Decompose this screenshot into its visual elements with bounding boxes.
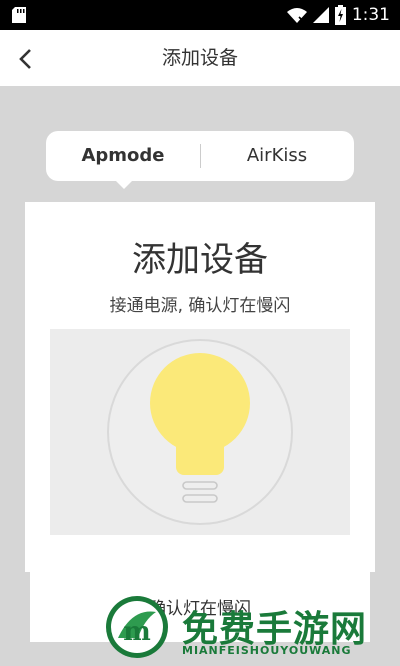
tab-airkiss[interactable]: AirKiss <box>200 131 354 181</box>
nav-bar: 添加设备 <box>0 30 400 86</box>
back-button[interactable] <box>10 44 40 74</box>
card-title: 添加设备 <box>132 240 268 280</box>
battery-icon <box>334 5 346 25</box>
chevron-left-icon <box>19 49 31 69</box>
sd-card-icon <box>12 7 26 23</box>
illustration-panel <box>50 329 350 535</box>
signal-icon <box>312 7 329 23</box>
watermark-logo: m <box>106 596 168 658</box>
light-bulb-icon <box>107 339 293 525</box>
svg-text:m: m <box>123 617 151 647</box>
clock: 1:31 <box>351 5 390 25</box>
wifi-icon <box>286 8 307 23</box>
instruction-card: 添加设备 接通电源, 确认灯在慢闪 <box>25 202 375 572</box>
watermark-subtitle: MIANFEISHOUYOUWANG <box>182 644 352 657</box>
card-subtitle: 接通电源, 确认灯在慢闪 <box>109 296 291 316</box>
status-bar: 1:31 <box>0 0 400 30</box>
page-title: 添加设备 <box>161 47 238 69</box>
tab-apmode[interactable]: Apmode <box>46 131 200 181</box>
mode-tabs: Apmode AirKiss <box>46 131 354 189</box>
